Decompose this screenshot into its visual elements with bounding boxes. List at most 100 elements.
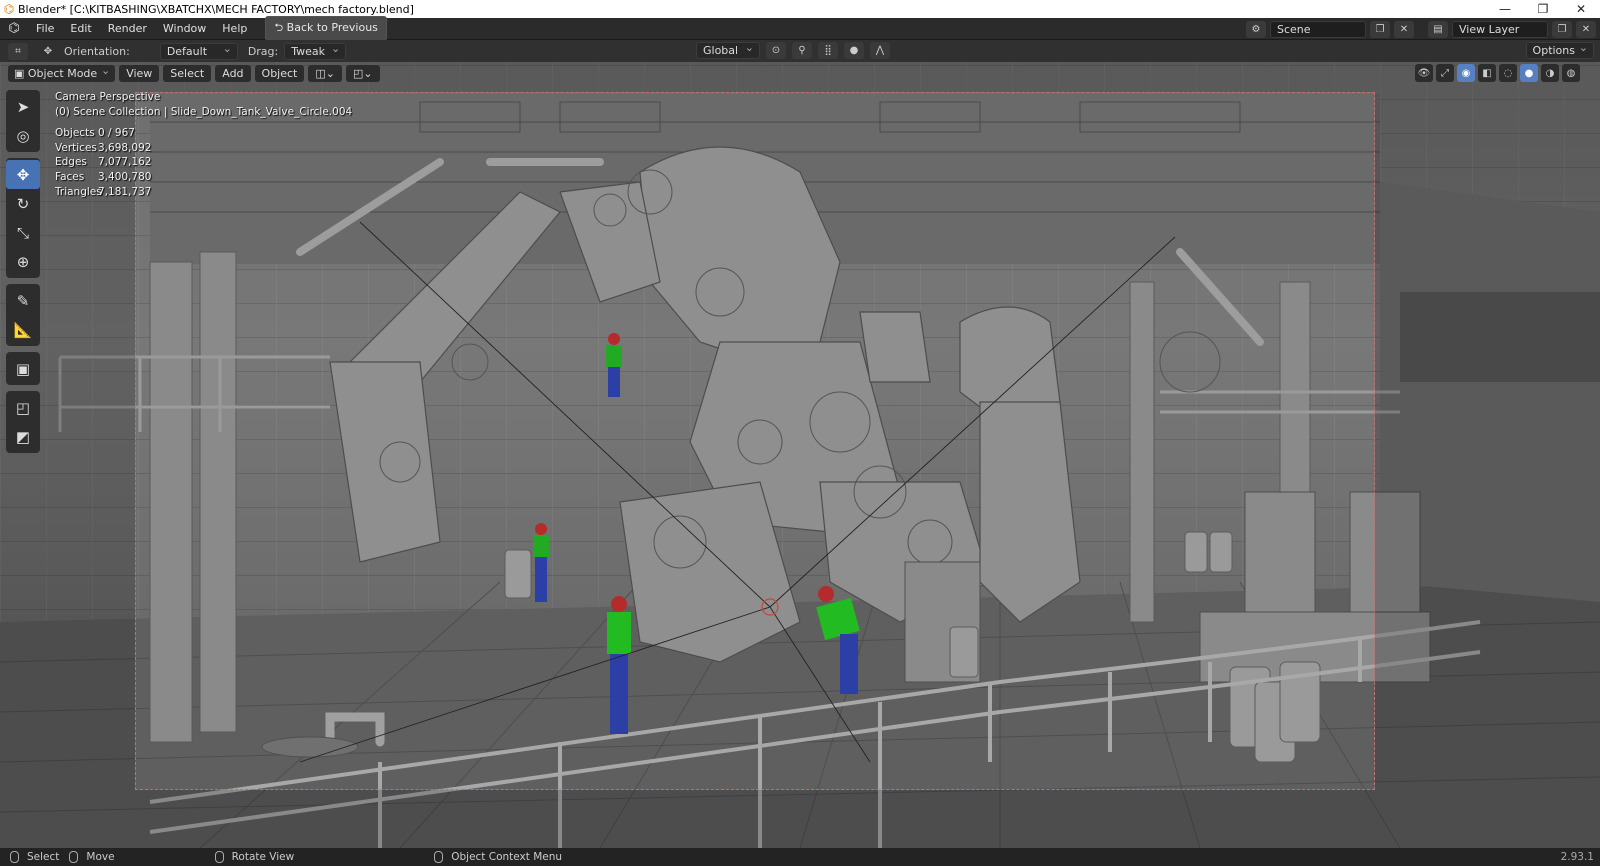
stat-label: Vertices bbox=[55, 141, 97, 154]
scale-tool-icon[interactable]: ⤡ bbox=[6, 218, 40, 247]
editor-type-icon[interactable]: ⌗ bbox=[8, 42, 28, 60]
status-context-menu: Object Context Menu bbox=[434, 851, 562, 863]
new-scene-icon[interactable]: ❐ bbox=[1370, 20, 1390, 38]
blender-menu-icon[interactable]: ⌬ bbox=[0, 21, 28, 36]
solid-shading-icon[interactable]: ● bbox=[1520, 64, 1538, 82]
proportional-edit-icon[interactable]: ● bbox=[844, 42, 864, 59]
stat-row: Triangles 7,181,737 bbox=[55, 185, 151, 200]
delete-view-layer-icon[interactable]: ✕ bbox=[1576, 20, 1596, 38]
3d-viewport[interactable]: ▣ Object Mode View Select Add Object ◫⌄ … bbox=[0, 62, 1600, 848]
stat-label: Edges bbox=[55, 156, 87, 169]
delete-scene-icon[interactable]: ✕ bbox=[1394, 20, 1414, 38]
snap-toggle-icon[interactable]: ⚲ bbox=[792, 42, 812, 59]
status-move-label: Move bbox=[86, 851, 115, 863]
scene-statistics: Objects 0 / 967 Vertices 3,698,092 Edges 7,… bbox=[55, 126, 151, 200]
blender-version: 2.93.1 bbox=[1560, 851, 1594, 863]
viewport-menu-add[interactable]: Add bbox=[215, 64, 251, 82]
move-tool-icon: ✥ bbox=[43, 45, 53, 57]
viewport-shading-controls: 👁 ⤢ ◉ ◧ ◌ ● ◑ ◍ bbox=[1415, 64, 1580, 82]
menu-render[interactable]: Render bbox=[100, 22, 155, 35]
move-tool-button-icon[interactable]: ✥ bbox=[6, 160, 40, 189]
status-context-menu-label: Object Context Menu bbox=[451, 851, 563, 863]
viewport-header: ▣ Object Mode View Select Add Object ◫⌄ … bbox=[0, 62, 1600, 84]
view-layer-field[interactable]: View Layer bbox=[1452, 20, 1548, 38]
window-controls: — ❐ ✕ bbox=[1486, 0, 1600, 18]
menu-help[interactable]: Help bbox=[214, 22, 255, 35]
status-rotate-view-label: Rotate View bbox=[231, 851, 295, 863]
close-button[interactable]: ✕ bbox=[1562, 0, 1600, 18]
stat-value: 3,400,780 bbox=[98, 171, 152, 184]
top-menubar: ⌬ File Edit Render Window Help ⮌ Back to… bbox=[0, 16, 1600, 41]
stat-value: 3,698,092 bbox=[98, 141, 152, 154]
status-move: Move bbox=[69, 851, 115, 863]
transform-tool-icon[interactable]: ⊕ bbox=[6, 247, 40, 276]
viewport-menu-view[interactable]: View bbox=[119, 64, 160, 82]
visibility-icon[interactable]: 👁 bbox=[1415, 64, 1433, 82]
object-mode-label: Object Mode bbox=[27, 66, 98, 80]
transform-orientation-dropdown[interactable]: Global bbox=[696, 40, 760, 59]
stat-label: Faces bbox=[55, 171, 85, 184]
view-layer-selector-icon[interactable]: ▤ bbox=[1428, 20, 1448, 38]
object-mode-icon: ▣ bbox=[14, 66, 28, 80]
back-icon: ⮌ bbox=[274, 21, 287, 34]
stat-row: Vertices 3,698,092 bbox=[55, 141, 151, 156]
pivot-point-icon[interactable]: ⊙ bbox=[766, 42, 786, 59]
stat-label: Triangles bbox=[55, 185, 102, 198]
view-name: Camera Perspective bbox=[55, 91, 161, 103]
wireframe-shading-icon[interactable]: ◌ bbox=[1499, 64, 1517, 82]
scene-name-field[interactable]: Scene bbox=[1270, 20, 1366, 38]
minimize-button[interactable]: — bbox=[1486, 0, 1524, 18]
falloff-icon[interactable]: ⋀ bbox=[870, 42, 890, 59]
measure-tool-icon[interactable]: 📐 bbox=[6, 315, 40, 344]
status-select-label: Select bbox=[27, 851, 60, 863]
xray-icon[interactable]: ◧ bbox=[1478, 64, 1496, 82]
tool-shelf: ➤ ◎ ✥ ↻ ⤡ ⊕ ✎ 📐 ▣ ◰ ◩ bbox=[6, 90, 40, 459]
stat-value: 7,181,737 bbox=[98, 185, 152, 198]
stat-row: Faces 3,400,780 bbox=[55, 170, 151, 185]
orientation-dropdown[interactable]: Default bbox=[159, 41, 238, 60]
drag-mouse-icon bbox=[69, 851, 79, 863]
window-title: Blender* [C:\KITBASHING\XBATCHX\MECH FAC… bbox=[18, 2, 414, 16]
menu-edit[interactable]: Edit bbox=[62, 22, 99, 35]
scene-controls: ⚙ Scene ❐ ✕ ▤ View Layer ❐ ✕ bbox=[1246, 18, 1600, 40]
back-to-previous-label: Back to Previous bbox=[286, 21, 378, 34]
active-collection-object: (0) Scene Collection | Slide_Down_Tank_V… bbox=[55, 106, 353, 118]
stat-value: 0 / 967 bbox=[98, 127, 135, 139]
middle-mouse-icon bbox=[214, 851, 224, 863]
viewport-menu-select[interactable]: Select bbox=[163, 64, 212, 82]
transform-controls: Global ⊙ ⚲ ⣿ ● ⋀ bbox=[696, 40, 890, 59]
stat-row: Edges 7,077,162 bbox=[55, 155, 151, 170]
tool-settings-header: ⌗ ✥ Orientation: Default Drag: Tweak Glo… bbox=[0, 40, 1600, 62]
viewport-menu-object[interactable]: Object bbox=[254, 64, 305, 82]
add-cube-tool-icon[interactable]: ▣ bbox=[6, 354, 40, 383]
left-mouse-icon bbox=[10, 851, 19, 863]
gizmo-icon[interactable]: ⤢ bbox=[1436, 64, 1454, 82]
status-select: Select bbox=[10, 851, 59, 863]
drag-dropdown[interactable]: Tweak bbox=[284, 41, 347, 60]
cursor-tool-icon[interactable]: ◎ bbox=[6, 121, 40, 150]
material-shading-icon[interactable]: ◑ bbox=[1541, 64, 1559, 82]
select-mode-icon[interactable]: ◫⌄ bbox=[308, 64, 342, 82]
factory-scene-render bbox=[0, 94, 1600, 848]
menu-file[interactable]: File bbox=[28, 22, 62, 35]
inset-tool-icon[interactable]: ◩ bbox=[6, 422, 40, 451]
scene-selector-icon[interactable]: ⚙ bbox=[1246, 20, 1266, 38]
new-view-layer-icon[interactable]: ❐ bbox=[1552, 20, 1572, 38]
extrude-tool-icon[interactable]: ◰ bbox=[6, 393, 40, 422]
options-dropdown[interactable]: Options bbox=[1525, 40, 1594, 59]
rotate-tool-icon[interactable]: ↻ bbox=[6, 189, 40, 218]
stat-row: Objects 0 / 967 bbox=[55, 126, 151, 141]
object-mode-dropdown[interactable]: ▣ Object Mode bbox=[8, 64, 116, 82]
menu-window[interactable]: Window bbox=[155, 22, 214, 35]
back-to-previous-button[interactable]: ⮌ Back to Previous bbox=[265, 16, 387, 41]
annotate-tool-icon[interactable]: ✎ bbox=[6, 286, 40, 315]
status-rotate-view: Rotate View bbox=[214, 851, 295, 863]
viewport-info-overlay: Camera Perspective (0) Scene Collection … bbox=[55, 90, 352, 120]
rendered-shading-icon[interactable]: ◍ bbox=[1562, 64, 1580, 82]
selection-box-icon[interactable]: ◰⌄ bbox=[345, 64, 380, 82]
blender-logo-icon: ⌬ bbox=[3, 2, 15, 16]
select-box-icon[interactable]: ➤ bbox=[6, 92, 40, 121]
restore-button[interactable]: ❐ bbox=[1524, 0, 1562, 18]
snap-target-icon[interactable]: ⣿ bbox=[818, 42, 838, 59]
overlays-icon[interactable]: ◉ bbox=[1457, 64, 1475, 82]
